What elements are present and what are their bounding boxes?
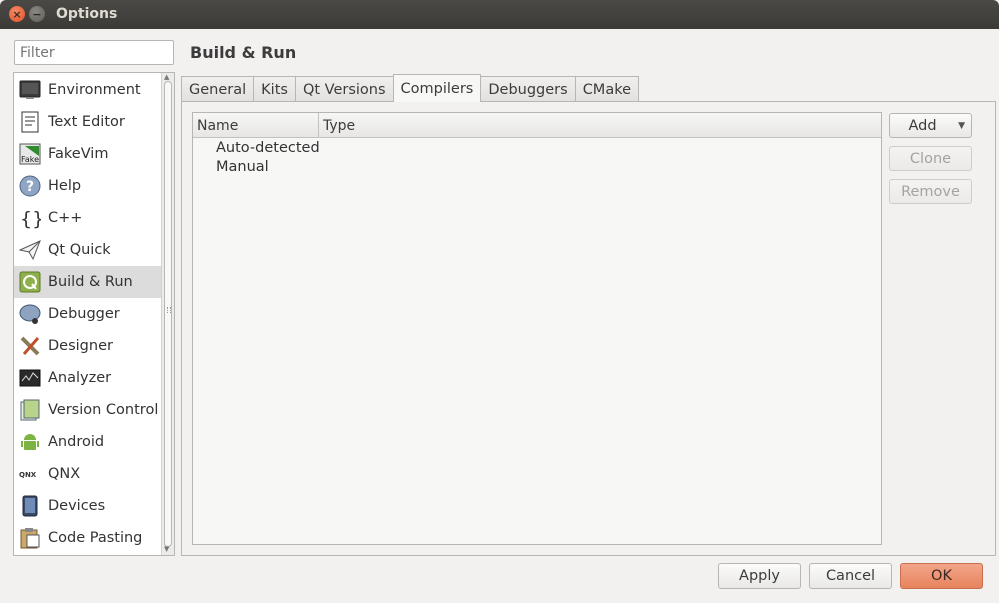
svg-text:?: ?	[26, 179, 34, 195]
help-icon: ?	[19, 175, 41, 197]
code-pasting-icon	[19, 527, 41, 549]
category-item-version-control[interactable]: Version Control	[14, 394, 161, 426]
category-item-environment[interactable]: Environment	[14, 74, 161, 106]
tree-header: Name Type	[193, 113, 881, 138]
category-label: Text Editor	[48, 114, 125, 130]
apply-button[interactable]: Apply	[718, 563, 801, 589]
tab-bar: General Kits Qt Versions Compilers Debug…	[181, 74, 640, 102]
paper-plane-icon	[19, 239, 41, 261]
dropdown-arrow-icon: ▼	[958, 121, 965, 131]
category-label: Analyzer	[48, 370, 112, 386]
analyzer-icon	[19, 367, 41, 389]
category-list[interactable]: Environment Text Editor Fake FakeVim ? H…	[13, 72, 175, 556]
text-editor-icon	[19, 111, 41, 133]
scroll-down-icon[interactable]: ▼	[164, 545, 169, 553]
column-header-name[interactable]: Name	[193, 113, 319, 138]
category-item-help[interactable]: ? Help	[14, 170, 161, 202]
add-button[interactable]: Add ▼	[889, 113, 972, 138]
fakevim-icon: Fake	[19, 143, 41, 165]
page-title: Build & Run	[190, 43, 297, 62]
tab-kits[interactable]: Kits	[253, 76, 295, 102]
remove-button[interactable]: Remove	[889, 179, 972, 204]
tab-general[interactable]: General	[181, 76, 254, 102]
category-item-debugger[interactable]: Debugger	[14, 298, 161, 330]
grip-icon	[167, 307, 171, 313]
close-icon: ×	[12, 7, 22, 21]
braces-icon: {}	[19, 207, 41, 229]
category-label: Build & Run	[48, 274, 133, 290]
monitor-icon	[19, 79, 41, 101]
category-label: Designer	[48, 338, 113, 354]
cancel-button[interactable]: Cancel	[809, 563, 892, 589]
devices-icon	[19, 495, 41, 517]
category-item-code-pasting[interactable]: Code Pasting	[14, 522, 161, 554]
category-item-qnx[interactable]: QNX QNX	[14, 458, 161, 490]
category-label: Qt Quick	[48, 242, 111, 258]
tree-item-manual[interactable]: Manual	[216, 159, 269, 175]
category-label: QNX	[48, 466, 81, 482]
scroll-up-icon[interactable]: ▲	[164, 73, 169, 81]
minimize-window-button[interactable]: −	[29, 6, 45, 22]
column-header-type[interactable]: Type	[319, 113, 355, 138]
clone-button[interactable]: Clone	[889, 146, 972, 171]
tab-compilers[interactable]: Compilers	[392, 74, 482, 102]
qnx-icon: QNX	[19, 463, 41, 485]
category-item-devices[interactable]: Devices	[14, 490, 161, 522]
category-label: Code Pasting	[48, 530, 143, 546]
tab-qt-versions[interactable]: Qt Versions	[294, 76, 393, 102]
compilers-tree[interactable]: Name Type Auto-detected Manual	[192, 112, 882, 545]
tab-cmake[interactable]: CMake	[574, 76, 640, 102]
category-scrollbar[interactable]: ▲ ▼	[161, 73, 174, 555]
window-title: Options	[56, 6, 118, 22]
build-run-icon	[19, 271, 41, 293]
svg-text:Fake: Fake	[21, 155, 39, 164]
category-label: Android	[48, 434, 105, 450]
category-label: FakeVim	[48, 146, 109, 162]
android-icon	[19, 431, 41, 453]
category-label: Environment	[48, 82, 141, 98]
category-item-designer[interactable]: Designer	[14, 330, 161, 362]
close-window-button[interactable]: ×	[9, 6, 25, 22]
category-label: Version Control	[48, 402, 159, 418]
scroll-thumb[interactable]	[164, 81, 172, 547]
title-bar: × − Options	[0, 0, 999, 29]
category-item-build-run[interactable]: Build & Run	[14, 266, 161, 298]
category-item-text-editor[interactable]: Text Editor	[14, 106, 161, 138]
svg-text:QNX: QNX	[19, 471, 37, 479]
category-item-qt-quick[interactable]: Qt Quick	[14, 234, 161, 266]
category-label: C++	[48, 210, 83, 226]
category-item-analyzer[interactable]: Analyzer	[14, 362, 161, 394]
category-label: Devices	[48, 498, 106, 514]
category-item-fakevim[interactable]: Fake FakeVim	[14, 138, 161, 170]
debugger-icon	[19, 303, 41, 325]
designer-icon	[19, 335, 41, 357]
category-label: Debugger	[48, 306, 120, 322]
filter-input[interactable]	[14, 40, 174, 65]
ok-button[interactable]: OK	[900, 563, 983, 589]
version-control-icon	[19, 399, 41, 421]
tab-debuggers[interactable]: Debuggers	[481, 76, 575, 102]
category-item-cpp[interactable]: {} C++	[14, 202, 161, 234]
category-label: Help	[48, 178, 82, 194]
add-button-label: Add	[908, 117, 937, 134]
minimize-icon: −	[32, 7, 42, 21]
category-item-android[interactable]: Android	[14, 426, 161, 458]
tree-item-auto-detected[interactable]: Auto-detected	[216, 140, 320, 156]
svg-text:{}: {}	[20, 208, 41, 229]
